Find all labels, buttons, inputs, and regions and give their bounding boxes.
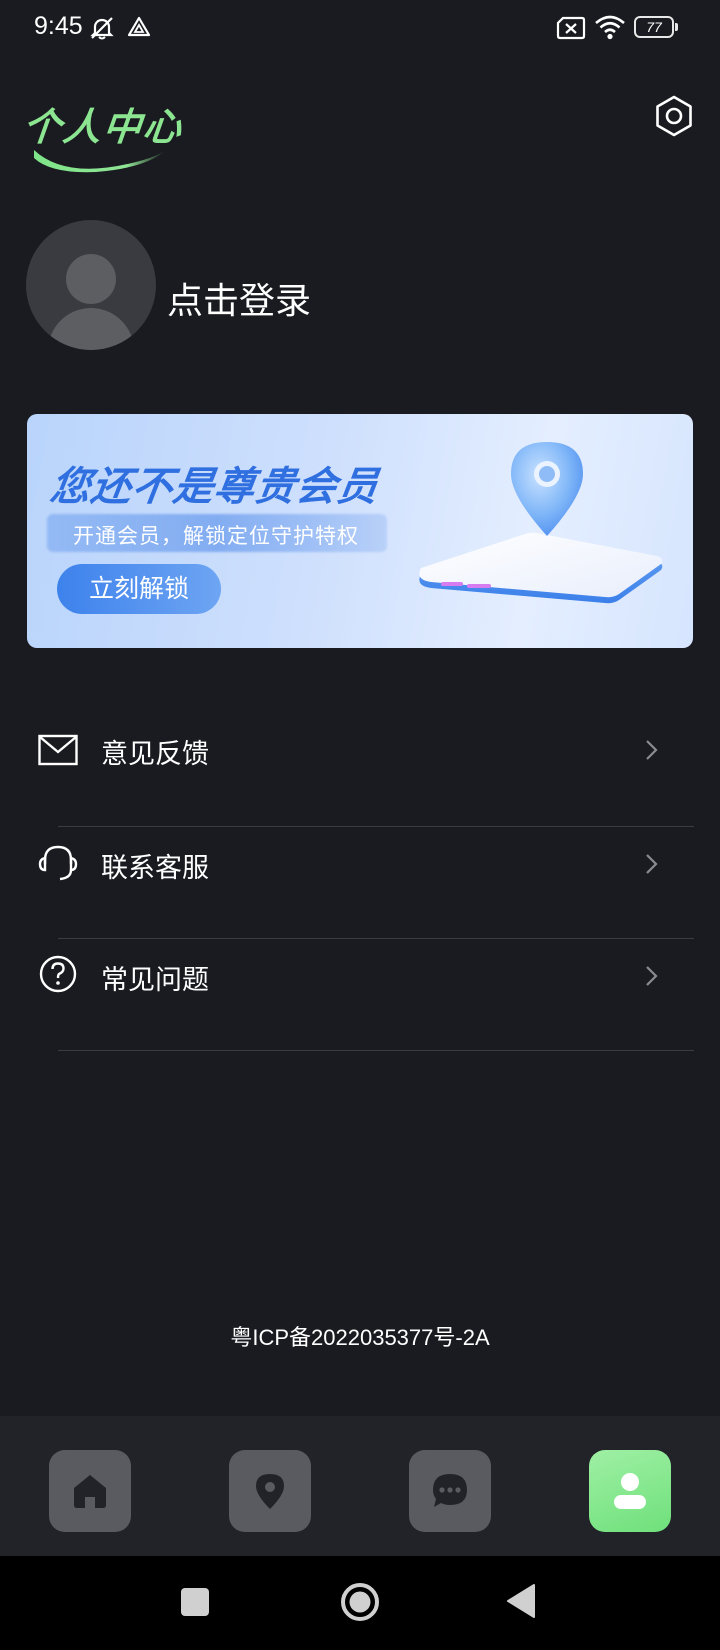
battery-icon: 77	[634, 16, 678, 38]
tab-bar	[0, 1416, 720, 1556]
vip-banner[interactable]: 您还不是尊贵会员 开通会员，解锁定位守护特权 立刻解锁	[27, 414, 693, 648]
tab-location[interactable]	[229, 1450, 311, 1532]
avatar[interactable]	[26, 220, 156, 350]
home-nav-button[interactable]	[340, 1582, 380, 1622]
menu-divider	[58, 826, 694, 827]
recent-apps-button[interactable]	[180, 1587, 210, 1617]
menu-item-faq[interactable]: 常见问题	[0, 940, 720, 1052]
chevron-right-icon	[646, 740, 658, 760]
menu-item-label: 常见问题	[101, 965, 209, 996]
menu-divider	[58, 1050, 694, 1051]
battery-level: 77	[634, 16, 674, 38]
page-title: 个人中心	[21, 100, 206, 180]
menu-item-customer-service[interactable]: 联系客服	[0, 828, 720, 940]
avatar-head	[66, 254, 116, 304]
chevron-right-icon	[646, 966, 658, 986]
back-nav-button[interactable]	[506, 1583, 538, 1619]
page-title-text: 个人中心	[26, 105, 185, 149]
home-icon	[74, 1475, 106, 1508]
settings-button[interactable]	[652, 94, 696, 138]
tab-profile[interactable]	[589, 1450, 671, 1532]
login-link[interactable]: 点击登录	[167, 272, 311, 324]
page-title-swoosh: 个人中心	[21, 105, 185, 173]
menu-item-label: 联系客服	[101, 853, 209, 884]
vip-banner-title: 您还不是尊贵会员	[47, 464, 382, 510]
hexagon-settings-icon	[656, 95, 692, 137]
status-time: 9:45	[34, 12, 83, 40]
icp-license-text[interactable]: 粤ICP备2022035377号-2A	[0, 1320, 720, 1352]
avatar-body	[48, 308, 134, 350]
menu-item-label: 意见反馈	[101, 739, 209, 770]
location-pin-icon	[256, 1474, 284, 1509]
system-nav-bar	[0, 1556, 720, 1650]
question-circle-icon	[39, 955, 77, 993]
menu-divider	[58, 938, 694, 939]
chat-bubble-icon	[433, 1474, 467, 1507]
chevron-right-icon	[646, 854, 658, 874]
tab-home[interactable]	[49, 1450, 131, 1532]
phone-location-illustration	[419, 442, 663, 604]
person-icon	[614, 1473, 646, 1509]
vip-banner-subtitle: 开通会员，解锁定位守护特权	[73, 524, 359, 548]
status-bar: 9:45 77	[0, 0, 720, 56]
tab-messages[interactable]	[409, 1450, 491, 1532]
headset-icon	[38, 845, 78, 881]
triangle-a-icon	[127, 16, 151, 37]
envelope-icon	[38, 734, 78, 766]
battery-tip	[675, 23, 678, 31]
menu-item-feedback[interactable]: 意见反馈	[0, 714, 720, 826]
wifi-icon	[595, 15, 625, 40]
bell-muted-icon	[90, 17, 114, 40]
unlock-button[interactable]: 立刻解锁	[57, 564, 221, 614]
sim-x-icon	[556, 16, 586, 40]
